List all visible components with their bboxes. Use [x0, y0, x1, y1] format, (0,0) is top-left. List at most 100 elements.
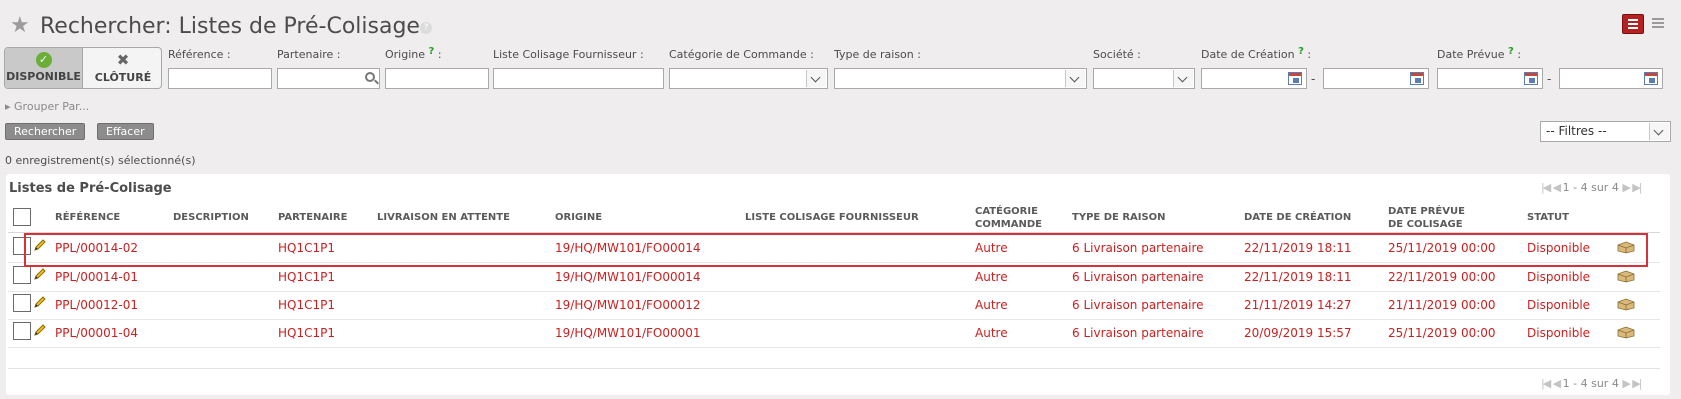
column-header-reference[interactable]: RÉFÉRENCE	[55, 211, 120, 224]
origine-label: Origine ? :	[385, 46, 442, 61]
date-range-separator: -	[1547, 72, 1552, 86]
origine-input[interactable]	[385, 68, 489, 89]
filters-select[interactable]: -- Filtres --	[1540, 121, 1671, 142]
last-page-icon[interactable]: ▶|	[1632, 377, 1642, 390]
column-header-categorie[interactable]: CATÉGORIE COMMANDE	[975, 205, 1042, 231]
chevron-down-icon[interactable]	[806, 70, 826, 87]
selection-status: 0 enregistrement(s) sélectionné(s)	[5, 154, 196, 167]
date-prevue-to-input[interactable]	[1559, 68, 1663, 89]
pencil-icon[interactable]	[33, 295, 47, 309]
column-header-partenaire[interactable]: PARTENAIRE	[278, 211, 347, 224]
favorite-star-icon[interactable]: ★	[10, 15, 30, 37]
cell-statut: Disponible	[1527, 270, 1591, 284]
column-header-origine[interactable]: ORIGINE	[555, 211, 602, 224]
cell-categorie: Autre	[975, 270, 1008, 284]
pencil-icon[interactable]	[33, 267, 47, 281]
cell-origine: 19/HQ/MW101/FO00001	[555, 326, 701, 340]
partenaire-input[interactable]	[277, 68, 380, 89]
date-prevue-help-icon[interactable]: ?	[1508, 46, 1514, 57]
first-page-icon[interactable]: |◀	[1541, 181, 1551, 194]
date-prevue-from-input[interactable]	[1437, 68, 1543, 89]
reference-input[interactable]	[168, 68, 272, 89]
filters-select-value: -- Filtres --	[1546, 124, 1607, 138]
package-icon[interactable]	[1617, 298, 1635, 311]
prev-page-icon[interactable]: ◀	[1553, 181, 1562, 194]
cell-reference[interactable]: PPL/00001-04	[55, 326, 138, 340]
column-header-type-raison[interactable]: TYPE DE RAISON	[1072, 211, 1166, 224]
row-checkbox[interactable]	[13, 294, 31, 312]
calendar-icon[interactable]	[1524, 72, 1538, 85]
origine-label-text: Origine	[385, 48, 426, 61]
next-page-icon[interactable]: ▶	[1622, 377, 1631, 390]
reference-label: Référence :	[168, 48, 231, 61]
chevron-down-icon[interactable]	[1065, 70, 1085, 87]
cell-date-creation: 22/11/2019 18:11	[1244, 270, 1352, 284]
column-header-categorie-line2: COMMANDE	[975, 219, 1042, 230]
package-icon[interactable]	[1617, 326, 1635, 339]
type-raison-label: Type de raison :	[834, 48, 921, 61]
last-page-icon[interactable]: ▶|	[1632, 181, 1642, 194]
close-icon: ✖	[116, 51, 130, 69]
calendar-icon[interactable]	[1410, 72, 1424, 85]
search-button[interactable]: Rechercher	[5, 123, 86, 140]
prev-page-icon[interactable]: ◀	[1553, 377, 1562, 390]
cell-reference[interactable]: PPL/00014-01	[55, 270, 138, 284]
cloture-label: CLÔTURÉ	[94, 71, 152, 84]
disponible-filter-button[interactable]: ✓ DISPONIBLE	[5, 48, 83, 88]
column-header-statut[interactable]: STATUT	[1527, 211, 1569, 224]
clear-button[interactable]: Effacer	[97, 123, 154, 140]
column-header-livraison[interactable]: LIVRAISON EN ATTENTE	[377, 211, 510, 224]
pencil-icon[interactable]	[33, 323, 47, 337]
cell-date-creation: 20/09/2019 15:57	[1244, 326, 1352, 340]
cell-date-creation: 21/11/2019 14:27	[1244, 298, 1352, 312]
date-creation-to-input[interactable]	[1323, 68, 1429, 89]
column-header-date-creation[interactable]: DATE DE CRÉATION	[1244, 211, 1351, 224]
column-header-description[interactable]: DESCRIPTION	[173, 211, 249, 224]
partenaire-label: Partenaire :	[277, 48, 341, 61]
first-page-icon[interactable]: |◀	[1541, 377, 1551, 390]
row-divider	[8, 291, 1660, 292]
group-by-toggle[interactable]: ▸ Grouper Par...	[5, 100, 89, 113]
societe-select[interactable]	[1093, 68, 1195, 89]
cell-categorie: Autre	[975, 326, 1008, 340]
calendar-icon[interactable]	[1288, 72, 1302, 85]
cell-statut: Disponible	[1527, 298, 1591, 312]
chevron-down-icon[interactable]	[1173, 70, 1193, 87]
list-view-button[interactable]	[1622, 14, 1644, 34]
cell-partenaire: HQ1C1P1	[278, 326, 335, 340]
calendar-icon[interactable]	[1644, 72, 1658, 85]
row-checkbox[interactable]	[13, 266, 31, 284]
package-icon[interactable]	[1617, 270, 1635, 283]
date-creation-label: Date de Création ? :	[1201, 46, 1311, 61]
date-creation-from-input[interactable]	[1201, 68, 1307, 89]
categorie-select[interactable]	[669, 68, 828, 89]
categorie-label: Catégorie de Commande :	[669, 48, 814, 61]
status-filter-group: ✓ DISPONIBLE ✖ CLÔTURÉ	[4, 47, 162, 89]
pager-top: |◀ ◀ 1 - 4 sur 4 ▶ ▶|	[1541, 181, 1643, 194]
cell-type-raison: 6 Livraison partenaire	[1072, 270, 1204, 284]
cell-reference[interactable]: PPL/00012-01	[55, 298, 138, 312]
form-view-button[interactable]	[1650, 16, 1666, 32]
next-page-icon[interactable]: ▶	[1622, 181, 1631, 194]
date-prevue-label-text: Date Prévue	[1437, 48, 1505, 61]
select-all-checkbox[interactable]	[13, 208, 31, 226]
help-icon[interactable]: ?	[420, 22, 432, 34]
row-checkbox[interactable]	[13, 322, 31, 340]
date-creation-label-text: Date de Création	[1201, 48, 1295, 61]
pager-bottom: |◀ ◀ 1 - 4 sur 4 ▶ ▶|	[1541, 377, 1643, 390]
cell-categorie: Autre	[975, 298, 1008, 312]
column-header-categorie-line1: CATÉGORIE	[975, 206, 1038, 217]
cell-partenaire: HQ1C1P1	[278, 298, 335, 312]
search-icon[interactable]	[365, 72, 375, 82]
column-header-date-prevue[interactable]: DATE PRÉVUE DE COLISAGE	[1388, 205, 1465, 231]
type-raison-select[interactable]	[834, 68, 1087, 89]
date-creation-help-icon[interactable]: ?	[1298, 46, 1304, 57]
row-divider	[8, 347, 1660, 348]
origine-label-colon: :	[437, 48, 442, 61]
page-title: Rechercher: Listes de Pré-Colisage	[40, 14, 420, 39]
chevron-down-icon[interactable]	[1649, 123, 1669, 140]
cloture-filter-button[interactable]: ✖ CLÔTURÉ	[84, 48, 161, 88]
column-header-liste-colisage[interactable]: LISTE COLISAGE FOURNISSEUR	[745, 211, 919, 224]
liste-colisage-input[interactable]	[493, 68, 664, 89]
origine-help-icon[interactable]: ?	[429, 46, 435, 57]
